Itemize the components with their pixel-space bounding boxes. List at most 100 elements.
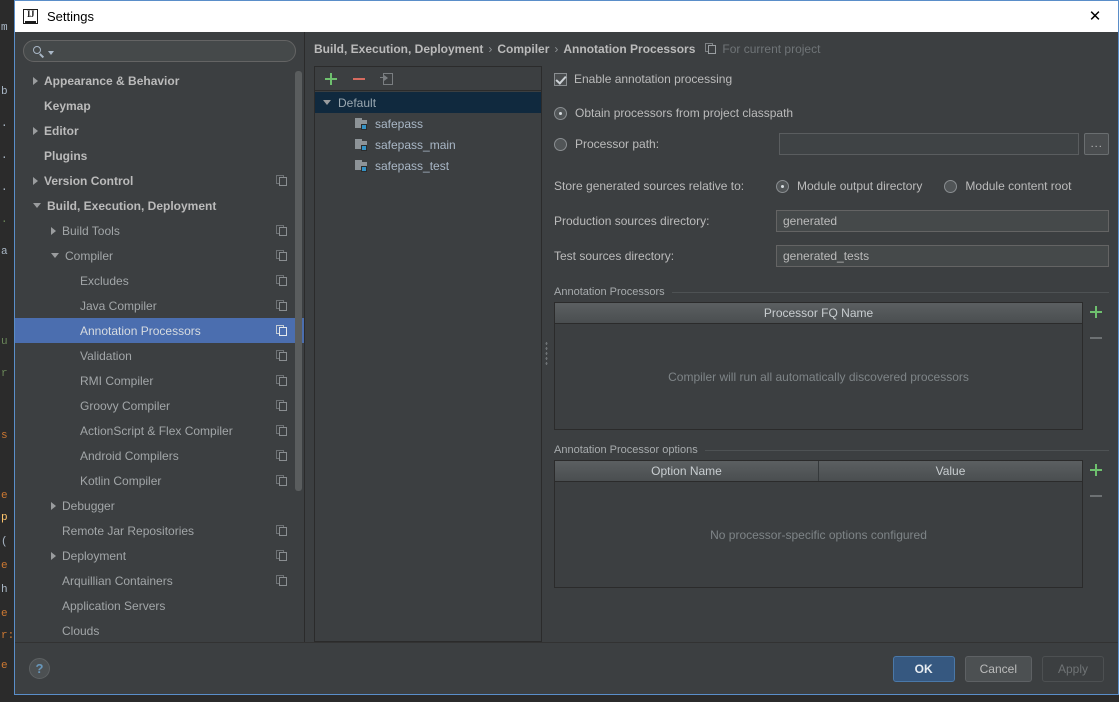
sidebar-item-groovy-compiler[interactable]: Groovy Compiler (15, 393, 304, 418)
sidebar-item-debugger[interactable]: Debugger (15, 493, 304, 518)
sidebar-item-deployment[interactable]: Deployment (15, 543, 304, 568)
sidebar-item-kotlin-compiler[interactable]: Kotlin Compiler (15, 468, 304, 493)
move-into-profile-button[interactable] (379, 71, 395, 87)
sidebar-item-compiler[interactable]: Compiler (15, 243, 304, 268)
sidebar-item-application-servers[interactable]: Application Servers (15, 593, 304, 618)
sidebar-item-validation[interactable]: Validation (15, 343, 304, 368)
panel-splitter[interactable] (542, 66, 552, 642)
options-table-block: Option Name Value No processor-specific … (554, 460, 1109, 588)
module-row[interactable]: safepass (315, 113, 541, 134)
processors-table-actions (1083, 302, 1109, 430)
chevron-right-icon[interactable] (33, 176, 38, 185)
project-scope-copy-icon (276, 224, 288, 237)
dialog-buttons: OK Cancel Apply (892, 655, 1104, 682)
processors-table-block: Processor FQ Name Compiler will run all … (554, 302, 1109, 430)
sidebar-item-build-execution-deployment[interactable]: Build, Execution, Deployment (15, 193, 304, 218)
processor-path-label: Processor path: (575, 137, 660, 151)
sidebar-item-clouds[interactable]: Clouds (15, 618, 304, 642)
sidebar-item-java-compiler[interactable]: Java Compiler (15, 293, 304, 318)
section-divider (671, 291, 1109, 293)
column-header-option-name[interactable]: Option Name (555, 461, 818, 481)
processors-section-header: Annotation Processors (554, 286, 1109, 298)
chevron-down-icon[interactable] (323, 100, 331, 105)
background-code-fragment: m (1, 22, 8, 34)
profiles-panel: Default safepass safepass_main safepass_tes… (314, 66, 542, 642)
breadcrumb-part[interactable]: Annotation Processors (563, 42, 695, 56)
sidebar-item-excludes[interactable]: Excludes (15, 268, 304, 293)
section-divider (704, 449, 1109, 451)
chevron-right-icon[interactable] (51, 226, 56, 235)
module-folder-icon (355, 138, 370, 151)
module-label: safepass (375, 116, 424, 131)
remove-option-button[interactable] (1088, 488, 1104, 504)
project-scope-copy-icon (276, 449, 288, 462)
store-relative-row: Store generated sources relative to: Mod… (554, 175, 1109, 197)
column-header-processor-fq-name[interactable]: Processor FQ Name (555, 303, 1082, 323)
sidebar-item-label: Debugger (62, 498, 115, 513)
search-field[interactable] (23, 40, 296, 62)
close-icon[interactable]: ✕ (1072, 1, 1118, 31)
processor-path-row[interactable]: Processor path: ... (554, 132, 1109, 156)
sidebar-item-annotation-processors[interactable]: Annotation Processors (15, 318, 304, 343)
sidebar-item-version-control[interactable]: Version Control (15, 168, 304, 193)
production-sources-input[interactable]: generated (776, 210, 1109, 232)
chevron-right-icon[interactable] (33, 76, 38, 85)
sidebar-item-label: Excludes (80, 273, 129, 288)
sidebar-item-build-tools[interactable]: Build Tools (15, 218, 304, 243)
module-row[interactable]: safepass_test (315, 155, 541, 176)
add-profile-button[interactable] (323, 71, 339, 87)
processor-path-input[interactable] (779, 133, 1080, 155)
sidebar-item-editor[interactable]: Editor (15, 118, 304, 143)
ok-button[interactable]: OK (892, 655, 955, 682)
processor-path-browse-button[interactable]: ... (1084, 133, 1109, 155)
project-scope-copy-icon (276, 324, 288, 337)
enable-annotation-processing-checkbox[interactable] (554, 72, 567, 86)
chevron-right-icon[interactable] (33, 126, 38, 135)
project-scope-copy-icon (276, 249, 288, 262)
chevron-down-icon[interactable] (51, 253, 59, 258)
processors-section-title: Annotation Processors (554, 286, 665, 298)
test-sources-label: Test sources directory: (554, 249, 675, 263)
profile-row[interactable]: Default (315, 92, 541, 113)
processor-path-radio[interactable] (554, 137, 567, 151)
sidebar-item-actionscript-flex-compiler[interactable]: ActionScript & Flex Compiler (15, 418, 304, 443)
sidebar-item-appearance-behavior[interactable]: Appearance & Behavior (15, 68, 304, 93)
sidebar-item-arquillian-containers[interactable]: Arquillian Containers (15, 568, 304, 593)
breadcrumb-part[interactable]: Build, Execution, Deployment (314, 42, 483, 56)
sidebar-item-rmi-compiler[interactable]: RMI Compiler (15, 368, 304, 393)
sidebar-tree-scroll[interactable]: Appearance & Behavior Keymap Editor Plugins… (15, 67, 304, 642)
sidebar-item-label: ActionScript & Flex Compiler (80, 423, 233, 438)
sidebar-item-remote-jar-repositories[interactable]: Remote Jar Repositories (15, 518, 304, 543)
chevron-right-icon[interactable] (51, 501, 56, 510)
module-content-root-radio[interactable] (944, 179, 958, 193)
enable-annotation-processing-row[interactable]: Enable annotation processing (554, 68, 1109, 90)
add-option-button[interactable] (1088, 462, 1104, 478)
sidebar-item-android-compilers[interactable]: Android Compilers (15, 443, 304, 468)
module-row[interactable]: safepass_main (315, 134, 541, 155)
search-input[interactable] (54, 43, 295, 59)
dialog-button-bar: ? OK Cancel Apply (15, 642, 1118, 694)
project-scope-copy-icon (276, 274, 288, 287)
background-code-fragment: e (1, 608, 8, 620)
add-processor-button[interactable] (1088, 304, 1104, 320)
test-sources-input[interactable]: generated_tests (776, 245, 1109, 267)
cancel-button[interactable]: Cancel (964, 655, 1032, 682)
obtain-from-classpath-radio[interactable] (554, 106, 567, 120)
chevron-down-icon[interactable] (33, 203, 41, 208)
remove-profile-button[interactable] (351, 71, 367, 87)
background-code-fragment: ( (1, 536, 8, 548)
help-button[interactable]: ? (29, 658, 50, 679)
column-header-value[interactable]: Value (818, 461, 1082, 481)
options-table[interactable]: Option Name Value No processor-specific … (554, 460, 1083, 588)
sidebar-item-keymap[interactable]: Keymap (15, 93, 304, 118)
profiles-toolbar (315, 67, 541, 91)
remove-processor-button[interactable] (1088, 330, 1104, 346)
module-content-root-label: Module content root (965, 179, 1072, 193)
module-output-directory-radio[interactable] (776, 179, 789, 193)
processors-table[interactable]: Processor FQ Name Compiler will run all … (554, 302, 1083, 430)
sidebar-scrollbar-thumb[interactable] (295, 71, 302, 491)
breadcrumb-part[interactable]: Compiler (497, 42, 549, 56)
obtain-from-classpath-row[interactable]: Obtain processors from project classpath (554, 102, 1109, 124)
chevron-right-icon[interactable] (51, 551, 56, 560)
sidebar-item-plugins[interactable]: Plugins (15, 143, 304, 168)
